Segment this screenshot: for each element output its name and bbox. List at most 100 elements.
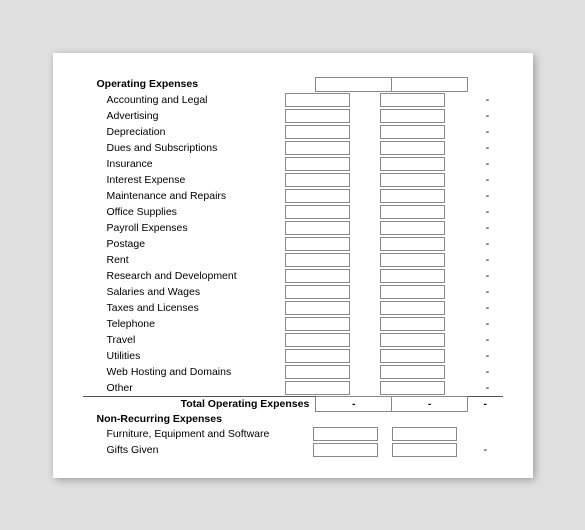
item-col1-input-13[interactable] xyxy=(285,301,350,315)
item-col1-input-4[interactable] xyxy=(285,157,350,171)
item-dash: - xyxy=(473,92,503,108)
gifts-dash: - xyxy=(468,442,502,458)
item-label: Advertising xyxy=(83,108,283,124)
item-dash: - xyxy=(473,108,503,124)
item-dash: - xyxy=(473,364,503,380)
item-col1-input-15[interactable] xyxy=(285,333,350,347)
item-gifts: Gifts Given xyxy=(83,442,311,458)
item-col1-input-6[interactable] xyxy=(285,189,350,203)
item-col1-input-17[interactable] xyxy=(285,365,350,379)
item-col2-input-18[interactable] xyxy=(380,381,445,395)
total-operating-row: Total Operating Expenses - - - xyxy=(83,396,503,411)
item-col1-input-12[interactable] xyxy=(285,285,350,299)
item-col2-input-17[interactable] xyxy=(380,365,445,379)
item-col2-input-15[interactable] xyxy=(380,333,445,347)
list-item: Rent - xyxy=(83,252,503,268)
item-furniture: Furniture, Equipment and Software xyxy=(83,426,311,442)
item-dash: - xyxy=(473,284,503,300)
item-col1-input-10[interactable] xyxy=(285,253,350,267)
item-col1-input-0[interactable] xyxy=(285,93,350,107)
list-item: Maintenance and Repairs - xyxy=(83,188,503,204)
item-label: Payroll Expenses xyxy=(83,220,283,236)
list-item: Dues and Subscriptions- xyxy=(83,140,503,156)
item-col1-input-16[interactable] xyxy=(285,349,350,363)
item-label: Depreciation xyxy=(83,124,283,140)
operating-expenses-label: Operating Expenses xyxy=(83,77,316,91)
total-row-table: Total Operating Expenses - - - xyxy=(83,396,503,412)
item-col2-input-7[interactable] xyxy=(380,205,445,219)
item-label: Other xyxy=(83,380,283,396)
item-label: Web Hosting and Domains xyxy=(83,364,283,380)
item-label: Interest Expense xyxy=(83,172,283,188)
item-label: Maintenance and Repairs xyxy=(83,188,283,204)
item-label: Insurance xyxy=(83,156,283,172)
item-dash: - xyxy=(473,204,503,220)
list-item: Other- xyxy=(83,380,503,396)
item-col2-input-11[interactable] xyxy=(380,269,445,283)
item-col1-input-2[interactable] xyxy=(285,125,350,139)
item-col2-input-5[interactable] xyxy=(380,173,445,187)
item-col1-input-9[interactable] xyxy=(285,237,350,251)
item-col2-input-8[interactable] xyxy=(380,221,445,235)
list-item: Depreciation - xyxy=(83,124,503,140)
item-dash: - xyxy=(473,348,503,364)
item-label: Telephone xyxy=(83,316,283,332)
list-item: Payroll Expenses- xyxy=(83,220,503,236)
non-recurring-header-row: Non-Recurring Expenses xyxy=(83,412,503,426)
furniture-col1-input[interactable] xyxy=(313,427,378,441)
gifts-col1-input[interactable] xyxy=(313,443,378,457)
col1-header xyxy=(316,77,392,91)
item-col2-input-0[interactable] xyxy=(380,93,445,107)
total-col1: - xyxy=(316,396,392,411)
list-item: Advertising - xyxy=(83,108,503,124)
item-dash: - xyxy=(473,188,503,204)
list-item: Utilities - xyxy=(83,348,503,364)
furniture-dash xyxy=(468,426,502,442)
non-recurring-table: Non-Recurring Expenses Furniture, Equipm… xyxy=(83,412,503,458)
item-col1-input-5[interactable] xyxy=(285,173,350,187)
item-col2-input-9[interactable] xyxy=(380,237,445,251)
item-dash: - xyxy=(473,332,503,348)
list-item: Office Supplies - xyxy=(83,204,503,220)
furniture-col2-input[interactable] xyxy=(392,427,457,441)
list-item: Research and Development- xyxy=(83,268,503,284)
total-col3: - xyxy=(467,396,502,411)
item-dash: - xyxy=(473,300,503,316)
item-col2-input-10[interactable] xyxy=(380,253,445,267)
total-col2: - xyxy=(392,396,468,411)
col3-header xyxy=(467,77,502,91)
item-dash: - xyxy=(473,316,503,332)
item-col1-input-18[interactable] xyxy=(285,381,350,395)
page: Operating Expenses Accounting and Legal -… xyxy=(53,53,533,478)
item-col2-input-14[interactable] xyxy=(380,317,445,331)
col2-header xyxy=(392,77,468,91)
item-label: Rent xyxy=(83,252,283,268)
item-dash: - xyxy=(473,124,503,140)
item-dash: - xyxy=(473,172,503,188)
item-col1-input-8[interactable] xyxy=(285,221,350,235)
item-dash: - xyxy=(473,268,503,284)
item-dash: - xyxy=(473,252,503,268)
item-col1-input-1[interactable] xyxy=(285,109,350,123)
operating-expenses-header-row: Operating Expenses xyxy=(83,77,503,91)
list-item: Taxes and Licenses- xyxy=(83,300,503,316)
item-col1-input-3[interactable] xyxy=(285,141,350,155)
item-col1-input-11[interactable] xyxy=(285,269,350,283)
item-label: Accounting and Legal xyxy=(83,92,283,108)
item-col2-input-12[interactable] xyxy=(380,285,445,299)
item-col2-input-2[interactable] xyxy=(380,125,445,139)
item-col2-input-3[interactable] xyxy=(380,141,445,155)
item-col2-input-6[interactable] xyxy=(380,189,445,203)
item-col2-input-13[interactable] xyxy=(380,301,445,315)
list-item: Postage- xyxy=(83,236,503,252)
item-col2-input-1[interactable] xyxy=(380,109,445,123)
item-label: Utilities xyxy=(83,348,283,364)
non-recurring-label: Non-Recurring Expenses xyxy=(83,412,311,426)
item-col1-input-7[interactable] xyxy=(285,205,350,219)
gifts-col2-input[interactable] xyxy=(392,443,457,457)
item-dash: - xyxy=(473,156,503,172)
item-label: Office Supplies xyxy=(83,204,283,220)
item-col2-input-4[interactable] xyxy=(380,157,445,171)
item-col2-input-16[interactable] xyxy=(380,349,445,363)
item-col1-input-14[interactable] xyxy=(285,317,350,331)
